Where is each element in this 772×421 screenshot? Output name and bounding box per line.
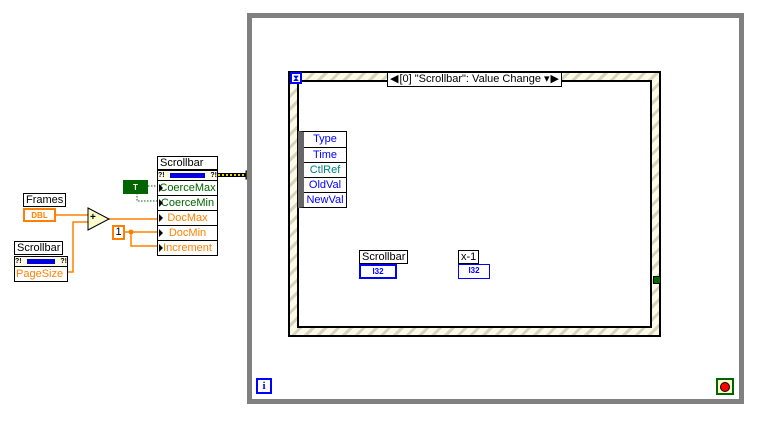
prop-increment: Increment	[163, 242, 212, 254]
one-wire	[124, 231, 157, 247]
property-node-label: Scrollbar	[157, 156, 218, 170]
x1-indicator[interactable]: I32	[458, 264, 490, 279]
property-node[interactable]: ?!?! CoerceMax CoerceMin DocMax DocMin I…	[157, 170, 218, 256]
stop-icon[interactable]	[716, 378, 734, 395]
event-data-newval: NewVal	[304, 192, 346, 207]
prop-docmin: DocMin	[168, 227, 207, 239]
prop-pagesize: PageSize	[15, 266, 67, 281]
pagesize-wire	[68, 221, 90, 273]
event-data-oldval: OldVal	[304, 177, 346, 192]
event-data-node: Type Time CtlRef OldVal NewVal	[298, 131, 347, 208]
hourglass-icon: ⧗	[290, 72, 302, 84]
event-data-type: Type	[313, 133, 337, 145]
info-icon: i	[256, 378, 272, 394]
prop-docmax: DocMax	[167, 212, 208, 224]
x1-label: x-1	[458, 250, 480, 264]
scrollbar-pagesize-node[interactable]: ?!?! PageSize	[14, 256, 68, 282]
inner-scrollbar-label: Scrollbar	[359, 250, 409, 264]
event-data-ctlref: CtlRef	[304, 162, 346, 177]
scrollbar-terminal[interactable]: I32	[359, 264, 397, 279]
bool-constant[interactable]: T	[123, 180, 148, 194]
add-symbol: +	[90, 212, 96, 223]
numeric-constant[interactable]: 1	[112, 225, 125, 240]
event-selector[interactable]: ◀ [0] "Scrollbar": Value Change ▾ ▶	[387, 72, 562, 87]
prop-coercemax: CoerceMax	[159, 182, 216, 194]
bool-tunnel	[653, 276, 661, 284]
event-data-time: Time	[304, 147, 346, 162]
prop-coercemin: CoerceMin	[160, 197, 215, 209]
frames-control[interactable]: DBL	[23, 208, 56, 222]
scrollbar-node-label: Scrollbar	[14, 241, 64, 255]
frames-label: Frames	[23, 193, 67, 207]
